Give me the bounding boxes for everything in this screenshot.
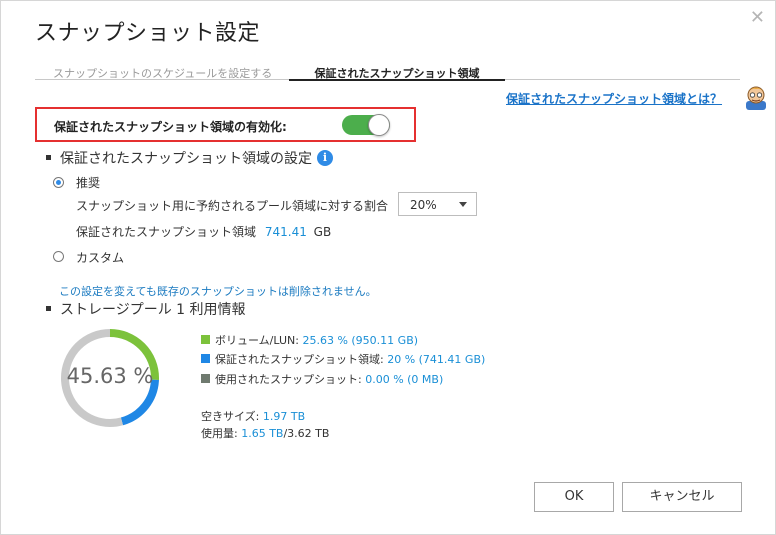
legend-swatch-guaranteed — [201, 354, 210, 363]
info-icon[interactable]: i — [317, 150, 333, 166]
enable-guaranteed-space-row: 保証されたスナップショット領域の有効化: — [35, 107, 416, 142]
legend-swatch-volume — [201, 335, 210, 344]
legend-used-snapshot-value: 0.00 % (0 MB) — [365, 373, 444, 386]
legend-guaranteed: 保証されたスナップショット領域: 20 % (741.41 GB) — [215, 351, 485, 367]
legend-volume-value: 25.63 % (950.11 GB) — [302, 334, 419, 347]
guaranteed-space-row: 保証されたスナップショット領域 741.41 GB — [76, 223, 331, 240]
enable-label: 保証されたスナップショット領域の有効化: — [54, 120, 287, 134]
bullet-icon — [46, 155, 51, 160]
toggle-knob — [368, 114, 390, 136]
ok-button[interactable]: OK — [534, 482, 614, 512]
tab-snapshot-schedule[interactable]: スナップショットのスケジュールを設定する — [53, 65, 272, 81]
legend-used-snapshot: 使用されたスナップショット: 0.00 % (0 MB) — [215, 371, 443, 387]
legend-guaranteed-value: 20 % (741.41 GB) — [387, 353, 486, 366]
pool-usage-heading: ストレージプール 1 利用情報 — [60, 302, 246, 318]
guaranteed-space-unit: GB — [313, 225, 332, 239]
radio-recommended[interactable] — [53, 177, 64, 188]
free-size-value: 1.97 TB — [262, 410, 306, 423]
used-size-label: 使用量: — [201, 427, 242, 440]
tab-bar: スナップショットのスケジュールを設定する 保証されたスナップショット領域 — [35, 60, 740, 81]
free-size-row: 空きサイズ: 1.97 TB — [201, 408, 305, 424]
snapshot-settings-dialog: スナップショット設定 ✕ スナップショットのスケジュールを設定する 保証されたス… — [0, 0, 776, 535]
tab-guaranteed-snapshot-space[interactable]: 保証されたスナップショット領域 — [289, 65, 505, 81]
settings-note: この設定を変えても既存のスナップショットは削除されません。 — [59, 285, 377, 298]
pool-usage-percent: 45.63 % — [66, 364, 154, 388]
ratio-label: スナップショット用に予約されるプール領域に対する割合 — [76, 199, 389, 213]
legend-used-snapshot-label: 使用されたスナップショット: — [215, 373, 366, 386]
close-icon[interactable]: ✕ — [750, 7, 765, 28]
used-size-value: 1.65 TB — [241, 427, 284, 440]
chevron-down-icon — [459, 202, 467, 207]
total-size-value: /3.62 TB — [283, 427, 330, 440]
help-character-icon[interactable] — [742, 83, 770, 111]
help-link[interactable]: 保証されたスナップショット領域とは？ — [506, 90, 722, 107]
dialog-title: スナップショット設定 — [35, 21, 261, 46]
legend-swatch-used-snapshot — [201, 374, 210, 383]
used-size-row: 使用量: 1.65 TB/3.62 TB — [201, 425, 329, 441]
bullet-icon — [46, 306, 51, 311]
guaranteed-space-value: 741.41 — [264, 225, 307, 239]
radio-custom[interactable] — [53, 251, 64, 262]
cancel-button[interactable]: キャンセル — [622, 482, 742, 512]
custom-label: カスタム — [76, 251, 125, 265]
enable-toggle[interactable] — [342, 114, 390, 136]
ratio-select-value: 20% — [410, 198, 437, 212]
settings-heading: 保証されたスナップショット領域の設定 — [60, 151, 312, 167]
free-size-label: 空きサイズ: — [201, 410, 263, 423]
ratio-select[interactable]: 20% — [398, 192, 477, 216]
legend-volume: ボリューム/LUN: 25.63 % (950.11 GB) — [215, 332, 418, 348]
legend-guaranteed-label: 保証されたスナップショット領域: — [215, 353, 388, 366]
guaranteed-space-label: 保証されたスナップショット領域 — [76, 225, 257, 239]
legend-volume-label: ボリューム/LUN: — [215, 334, 303, 347]
recommended-label: 推奨 — [76, 176, 101, 190]
